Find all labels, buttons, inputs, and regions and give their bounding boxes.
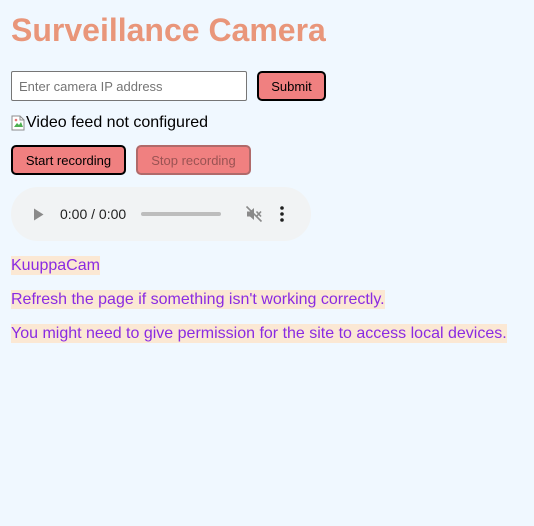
stop-recording-button[interactable]: Stop recording [136,145,251,175]
play-icon[interactable] [31,207,45,221]
more-options-icon[interactable] [277,205,287,223]
submit-button[interactable]: Submit [257,71,326,101]
audio-seek-bar[interactable] [141,212,222,216]
video-alt-text: Video feed not configured [26,114,209,131]
app-name-note: KuuppaCam [11,256,100,275]
page-title: Surveillance Camera [11,12,326,48]
camera-ip-input[interactable] [11,71,247,101]
audio-player: 0:00 / 0:00 [11,187,311,241]
mute-icon[interactable] [245,205,263,223]
permission-hint-note: You might need to give permission for th… [11,324,507,343]
video-feed: Video feed not configured [11,114,208,132]
refresh-hint-note: Refresh the page if something isn't work… [11,290,385,309]
ip-form: Submit [11,71,326,101]
recording-controls: Start recording Stop recording [11,145,251,175]
broken-image-icon [11,115,25,131]
start-recording-button[interactable]: Start recording [11,145,126,175]
audio-time-display: 0:00 / 0:00 [60,206,127,222]
